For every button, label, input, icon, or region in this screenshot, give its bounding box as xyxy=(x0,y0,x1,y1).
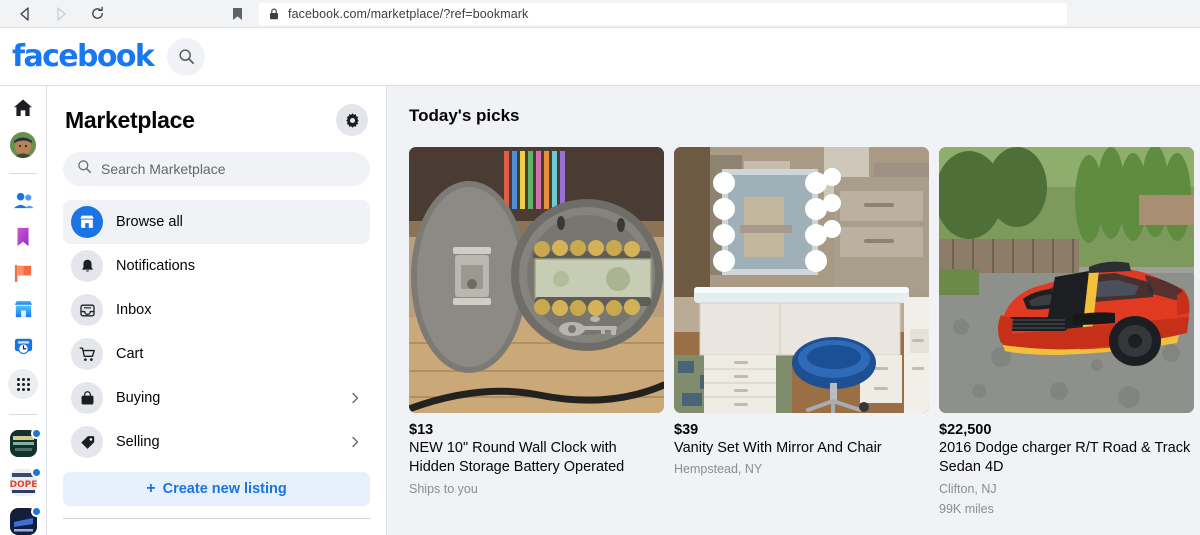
wall-clock-hidden-safe-photo[interactable] xyxy=(409,147,664,413)
group-thumbnail[interactable] xyxy=(8,427,42,457)
svg-text:DOPE: DOPE xyxy=(10,480,37,490)
url-zone: facebook.com/marketplace/?ref=bookmark xyxy=(106,2,1190,25)
notification-badge xyxy=(31,505,42,517)
listing-price: $39 xyxy=(674,422,699,438)
group-thumbnail[interactable]: DOPE xyxy=(8,466,42,496)
bag-icon xyxy=(71,382,103,414)
group-thumbnail[interactable] xyxy=(8,505,42,535)
inbox-icon xyxy=(71,294,103,326)
sidebar-item-inbox[interactable]: Inbox xyxy=(63,288,370,332)
marketplace-store-icon[interactable] xyxy=(8,297,38,321)
listing-meta: Ships to you xyxy=(409,481,478,496)
browser-nav-buttons xyxy=(10,5,106,23)
listing-title: NEW 10" Round Wall Clock with Hidden Sto… xyxy=(409,440,625,476)
friends-icon[interactable] xyxy=(8,189,38,213)
rail-divider-bottom xyxy=(9,414,37,415)
chevron-right-icon[interactable] xyxy=(348,391,362,405)
page-body: DOPE Marketplace Search Marketplace Brow… xyxy=(0,86,1200,535)
avatar[interactable] xyxy=(8,132,38,159)
facebook-logo[interactable]: facebook xyxy=(12,41,155,72)
home-icon[interactable] xyxy=(8,96,38,120)
main-content: Today's picks $13 NEW 10" Round Wall Clo… xyxy=(387,86,1200,535)
back-arrow-icon[interactable] xyxy=(16,5,34,23)
facebook-header: facebook xyxy=(0,28,1200,86)
chevron-right-icon[interactable] xyxy=(348,435,362,449)
red-dodge-charger-photo[interactable] xyxy=(939,147,1194,413)
store-icon xyxy=(71,206,103,238)
browser-toolbar: facebook.com/marketplace/?ref=bookmark xyxy=(0,0,1200,28)
search-icon[interactable] xyxy=(167,37,206,76)
listing-card[interactable]: $13 NEW 10" Round Wall Clock with Hidden… xyxy=(409,147,664,518)
address-bar[interactable]: facebook.com/marketplace/?ref=bookmark xyxy=(259,2,1067,25)
listing-price: $22,500 xyxy=(939,422,992,438)
sidebar-item-label: Inbox xyxy=(116,302,152,318)
sidebar-item-buying[interactable]: Buying xyxy=(63,376,370,420)
sidebar-item-label: Selling xyxy=(116,434,160,450)
listing-title: Vanity Set With Mirror And Chair xyxy=(674,440,882,456)
sidebar-item-label: Browse all xyxy=(116,214,183,230)
notification-badge xyxy=(31,466,42,478)
sidebar-item-notifications[interactable]: Notifications xyxy=(63,244,370,288)
marketplace-nav: Browse all Notifications Inbox Cart Buyi… xyxy=(63,200,370,464)
memories-clock-icon[interactable] xyxy=(8,333,38,357)
search-icon xyxy=(77,159,92,179)
sidebar-divider xyxy=(63,518,370,519)
listings-row: $13 NEW 10" Round Wall Clock with Hidden… xyxy=(409,147,1200,518)
tag-icon xyxy=(71,426,103,458)
marketplace-header: Marketplace xyxy=(63,100,370,136)
forward-arrow-icon xyxy=(52,5,70,23)
sidebar-item-selling[interactable]: Selling xyxy=(63,420,370,464)
listing-meta: Clifton, NJ xyxy=(939,481,997,496)
listing-meta-secondary: 99K miles xyxy=(939,501,994,516)
bookmark-icon[interactable] xyxy=(229,6,245,22)
url-text: facebook.com/marketplace/?ref=bookmark xyxy=(288,6,529,21)
section-title: Today's picks xyxy=(409,106,520,125)
reload-icon[interactable] xyxy=(88,5,106,23)
listing-card[interactable]: $39 Vanity Set With Mirror And Chair Hem… xyxy=(674,147,929,518)
lock-icon xyxy=(269,8,279,20)
create-listing-label: Create new listing xyxy=(162,481,287,497)
vanity-set-mirror-chair-photo[interactable] xyxy=(674,147,929,413)
search-input[interactable] xyxy=(101,161,356,177)
search-marketplace-field[interactable] xyxy=(63,152,370,186)
grid-menu-icon[interactable] xyxy=(8,369,38,400)
listing-meta: Hempstead, NY xyxy=(674,462,763,477)
cart-icon xyxy=(71,338,103,370)
sidebar-item-cart[interactable]: Cart xyxy=(63,332,370,376)
notification-badge xyxy=(31,427,42,439)
listing-card[interactable]: $22,500 2016 Dodge charger R/T Road & Tr… xyxy=(939,147,1194,518)
bookmark-saved-icon[interactable] xyxy=(8,225,38,249)
flag-pages-icon[interactable] xyxy=(8,261,38,285)
gear-icon[interactable] xyxy=(336,104,368,136)
sidebar-item-label: Notifications xyxy=(116,258,195,274)
marketplace-sidebar: Marketplace Search Marketplace Browse al… xyxy=(47,86,387,535)
create-new-listing-button[interactable]: + Create new listing xyxy=(63,472,370,506)
page-title: Marketplace xyxy=(65,106,195,133)
sidebar-item-label: Cart xyxy=(116,346,144,362)
bell-icon xyxy=(71,250,103,282)
listing-price: $13 xyxy=(409,422,434,438)
sidebar-item-label: Buying xyxy=(116,390,161,406)
left-icon-rail: DOPE xyxy=(0,86,47,535)
listing-title: 2016 Dodge charger R/T Road & Track Seda… xyxy=(939,440,1191,476)
sidebar-item-browse-all[interactable]: Browse all xyxy=(63,200,370,244)
rail-divider xyxy=(9,173,37,174)
plus-icon: + xyxy=(146,480,156,497)
